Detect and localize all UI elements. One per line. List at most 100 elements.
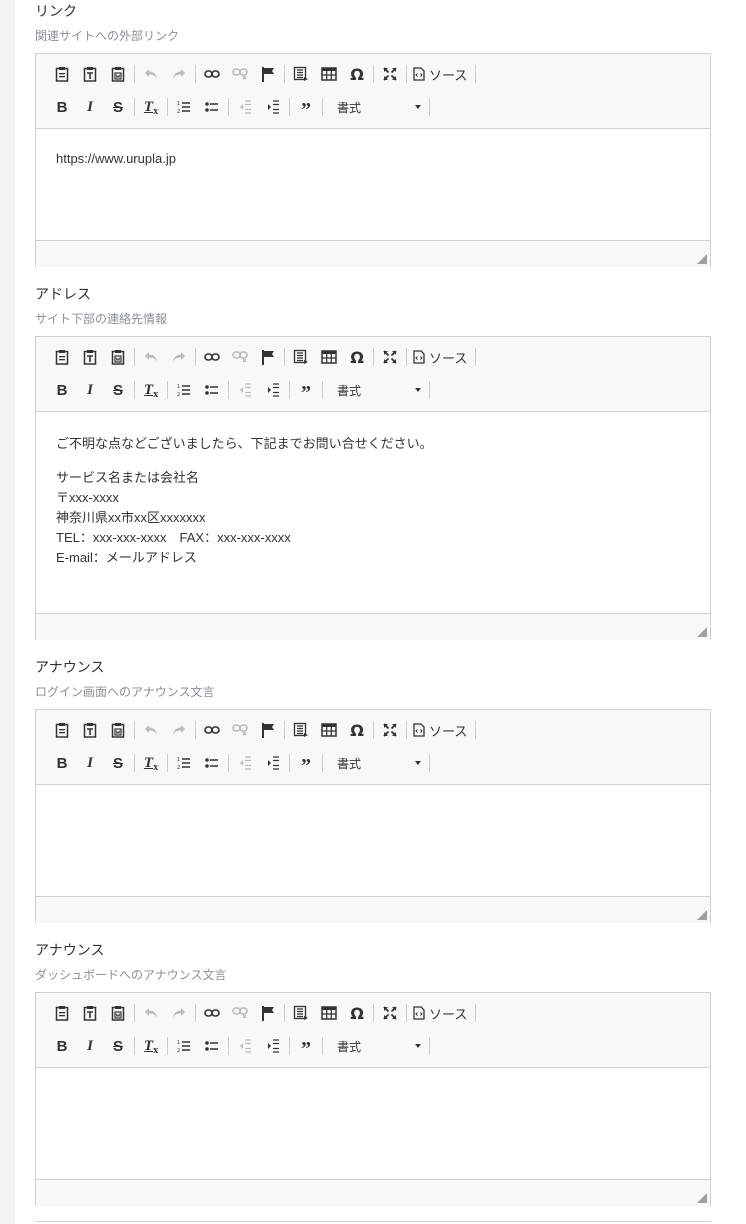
blockquote-icon[interactable]: ”: [292, 1032, 320, 1060]
maximize-icon[interactable]: [376, 1002, 404, 1024]
bulleted-list-icon[interactable]: [198, 1035, 226, 1057]
numbered-list-icon[interactable]: 12: [170, 1035, 198, 1057]
bold-icon[interactable]: B: [48, 379, 76, 401]
format-dropdown[interactable]: 書式: [325, 752, 427, 774]
blockquote-icon[interactable]: ”: [292, 376, 320, 404]
indent-icon[interactable]: [259, 379, 287, 401]
remove-format-icon[interactable]: Tx: [137, 96, 165, 118]
unlink-icon[interactable]: [226, 346, 254, 368]
italic-icon[interactable]: I: [76, 752, 104, 774]
maximize-icon[interactable]: [376, 346, 404, 368]
anchor-icon[interactable]: [254, 1002, 282, 1024]
special-char-icon[interactable]: Ω: [343, 346, 371, 368]
editor-content[interactable]: ご不明な点などございましたら、下記までお問い合せください。 サービス名または会社…: [36, 412, 710, 613]
indent-icon[interactable]: [259, 752, 287, 774]
paste-icon[interactable]: [48, 1002, 76, 1024]
blockquote-icon[interactable]: ”: [292, 749, 320, 777]
source-button[interactable]: ソース: [409, 1002, 473, 1024]
special-char-icon[interactable]: Ω: [343, 1002, 371, 1024]
undo-icon[interactable]: [137, 719, 165, 741]
unlink-icon[interactable]: [226, 1002, 254, 1024]
showblocks-icon[interactable]: [287, 719, 315, 741]
paste-icon[interactable]: [48, 346, 76, 368]
numbered-list-icon[interactable]: 12: [170, 752, 198, 774]
format-dropdown[interactable]: 書式: [325, 379, 427, 401]
outdent-icon[interactable]: [231, 379, 259, 401]
maximize-icon[interactable]: [376, 63, 404, 85]
paste-icon[interactable]: [48, 63, 76, 85]
bold-icon[interactable]: B: [48, 752, 76, 774]
paste-text-icon[interactable]: [76, 63, 104, 85]
remove-format-icon[interactable]: Tx: [137, 379, 165, 401]
bold-icon[interactable]: B: [48, 1035, 76, 1057]
anchor-icon[interactable]: [254, 719, 282, 741]
remove-format-icon[interactable]: Tx: [137, 1035, 165, 1057]
strike-icon[interactable]: S: [104, 752, 132, 774]
special-char-icon[interactable]: Ω: [343, 719, 371, 741]
indent-icon[interactable]: [259, 96, 287, 118]
source-button[interactable]: ソース: [409, 719, 473, 741]
paste-word-icon[interactable]: [104, 719, 132, 741]
redo-icon[interactable]: [165, 346, 193, 368]
unlink-icon[interactable]: [226, 63, 254, 85]
link-icon[interactable]: [198, 1002, 226, 1024]
link-icon[interactable]: [198, 63, 226, 85]
outdent-icon[interactable]: [231, 96, 259, 118]
maximize-icon[interactable]: [376, 719, 404, 741]
paste-word-icon[interactable]: [104, 63, 132, 85]
remove-format-icon[interactable]: Tx: [137, 752, 165, 774]
blockquote-icon[interactable]: ”: [292, 93, 320, 121]
showblocks-icon[interactable]: [287, 63, 315, 85]
format-dropdown[interactable]: 書式: [325, 96, 427, 118]
italic-icon[interactable]: I: [76, 379, 104, 401]
italic-icon[interactable]: I: [76, 96, 104, 118]
numbered-list-icon[interactable]: 12: [170, 379, 198, 401]
redo-icon[interactable]: [165, 1002, 193, 1024]
special-char-icon[interactable]: Ω: [343, 63, 371, 85]
numbered-list-icon[interactable]: 12: [170, 96, 198, 118]
strike-icon[interactable]: S: [104, 96, 132, 118]
indent-icon[interactable]: [259, 1035, 287, 1057]
strike-icon[interactable]: S: [104, 1035, 132, 1057]
bulleted-list-icon[interactable]: [198, 752, 226, 774]
editor-content[interactable]: https://www.urupla.jp: [36, 129, 710, 240]
anchor-icon[interactable]: [254, 346, 282, 368]
editor-content[interactable]: [36, 1068, 710, 1179]
bulleted-list-icon[interactable]: [198, 379, 226, 401]
resize-handle[interactable]: [697, 1193, 707, 1203]
redo-icon[interactable]: [165, 719, 193, 741]
paste-text-icon[interactable]: [76, 1002, 104, 1024]
table-icon[interactable]: [315, 63, 343, 85]
editor-content[interactable]: [36, 785, 710, 896]
paste-text-icon[interactable]: [76, 346, 104, 368]
paste-word-icon[interactable]: [104, 1002, 132, 1024]
paste-text-icon[interactable]: [76, 719, 104, 741]
source-button[interactable]: ソース: [409, 63, 473, 85]
strike-icon[interactable]: S: [104, 379, 132, 401]
italic-icon[interactable]: I: [76, 1035, 104, 1057]
link-icon[interactable]: [198, 346, 226, 368]
outdent-icon[interactable]: [231, 752, 259, 774]
table-icon[interactable]: [315, 346, 343, 368]
outdent-icon[interactable]: [231, 1035, 259, 1057]
anchor-icon[interactable]: [254, 63, 282, 85]
undo-icon[interactable]: [137, 346, 165, 368]
undo-icon[interactable]: [137, 1002, 165, 1024]
showblocks-icon[interactable]: [287, 346, 315, 368]
resize-handle[interactable]: [697, 254, 707, 264]
format-dropdown[interactable]: 書式: [325, 1035, 427, 1057]
resize-handle[interactable]: [697, 627, 707, 637]
bulleted-list-icon[interactable]: [198, 96, 226, 118]
table-icon[interactable]: [315, 1002, 343, 1024]
bold-icon[interactable]: B: [48, 96, 76, 118]
showblocks-icon[interactable]: [287, 1002, 315, 1024]
link-icon[interactable]: [198, 719, 226, 741]
table-icon[interactable]: [315, 719, 343, 741]
paste-icon[interactable]: [48, 719, 76, 741]
paste-word-icon[interactable]: [104, 346, 132, 368]
redo-icon[interactable]: [165, 63, 193, 85]
unlink-icon[interactable]: [226, 719, 254, 741]
resize-handle[interactable]: [697, 910, 707, 920]
source-button[interactable]: ソース: [409, 346, 473, 368]
undo-icon[interactable]: [137, 63, 165, 85]
